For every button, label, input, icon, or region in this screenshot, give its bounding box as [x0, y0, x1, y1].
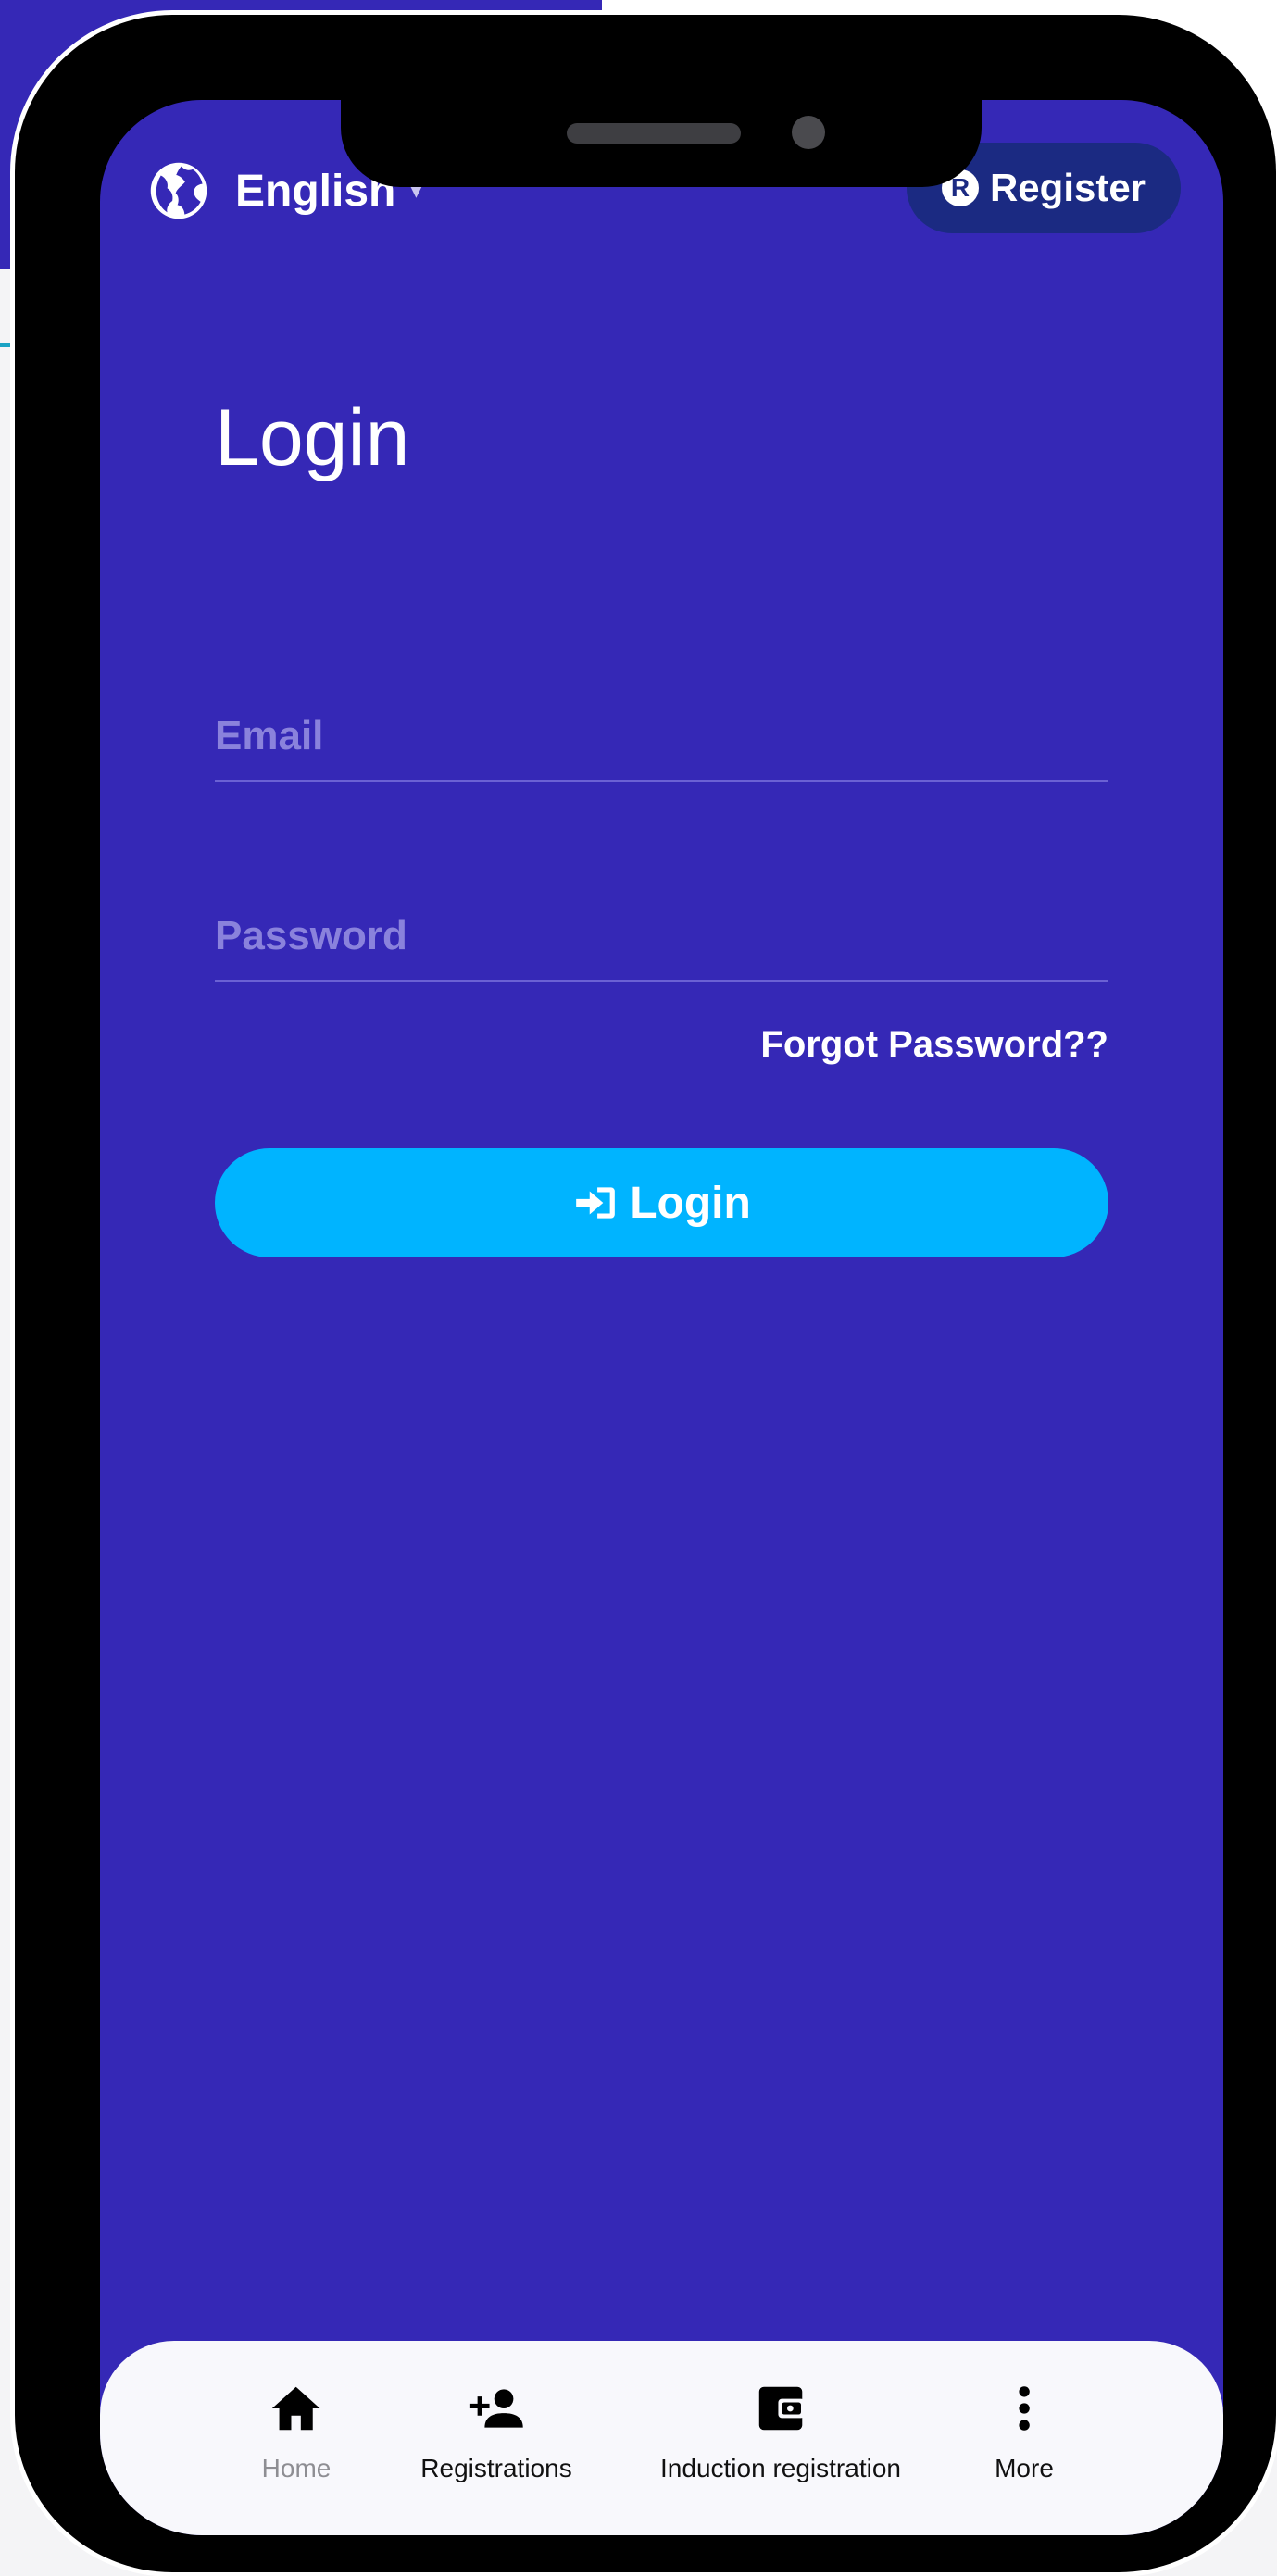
password-field[interactable]	[215, 913, 1108, 959]
nav-item-more[interactable]: More	[995, 2380, 1054, 2483]
globe-icon	[150, 162, 207, 219]
nav-label-induction-registration: Induction registration	[660, 2454, 901, 2482]
app-screen: English ▾ R Register Login Forgot Passwo…	[100, 100, 1223, 2535]
password-field-container	[215, 887, 1108, 982]
login-button-label: Login	[630, 1178, 751, 1228]
nav-label-home: Home	[261, 2454, 332, 2482]
phone-frame: English ▾ R Register Login Forgot Passwo…	[15, 15, 1276, 2572]
home-icon	[272, 2386, 320, 2431]
nav-item-registrations[interactable]: Registrations	[420, 2380, 572, 2483]
phone-camera	[792, 116, 825, 149]
phone-speaker	[567, 123, 741, 144]
person-add-icon	[469, 2389, 523, 2428]
email-field-container	[215, 687, 1108, 782]
page-title: Login	[215, 394, 410, 482]
nav-label-registrations: Registrations	[420, 2454, 572, 2482]
nav-item-induction-registration[interactable]: Induction registration	[660, 2380, 901, 2483]
register-label: Register	[989, 166, 1146, 209]
email-field[interactable]	[215, 713, 1108, 759]
wallet-icon	[758, 2386, 805, 2431]
nav-item-home[interactable]: Home	[261, 2380, 332, 2483]
phone-notch	[341, 91, 982, 187]
forgot-password-link[interactable]: Forgot Password??	[760, 1024, 1108, 1066]
nav-label-more: More	[995, 2454, 1054, 2482]
login-button[interactable]: Login	[215, 1148, 1108, 1257]
background-accent	[0, 343, 13, 347]
bottom-navigation: Home Registrations Induction registratio…	[100, 2341, 1223, 2535]
sign-in-icon	[576, 1187, 616, 1219]
more-vert-icon	[1019, 2386, 1030, 2431]
